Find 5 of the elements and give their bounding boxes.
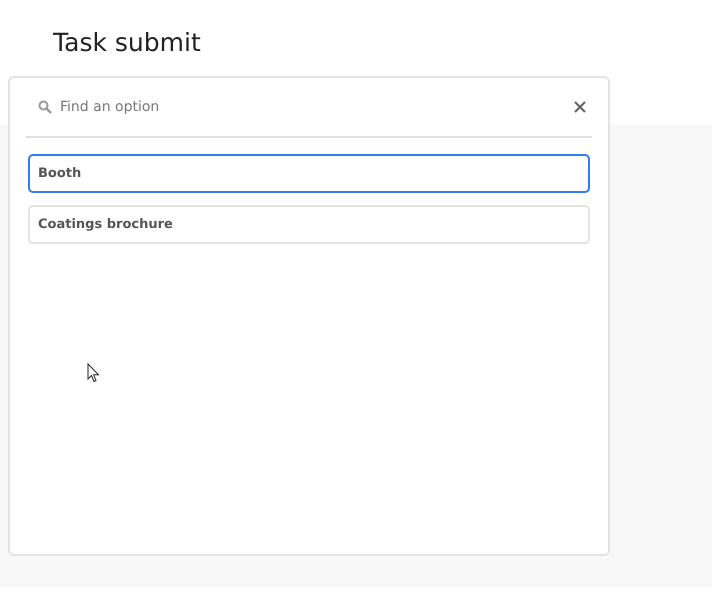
search-icon: [38, 100, 52, 114]
option-item[interactable]: Coatings brochure: [28, 205, 590, 244]
mouse-pointer-icon: [87, 363, 100, 383]
option-item[interactable]: Booth: [28, 154, 590, 193]
page-title: Task submit: [53, 28, 202, 58]
